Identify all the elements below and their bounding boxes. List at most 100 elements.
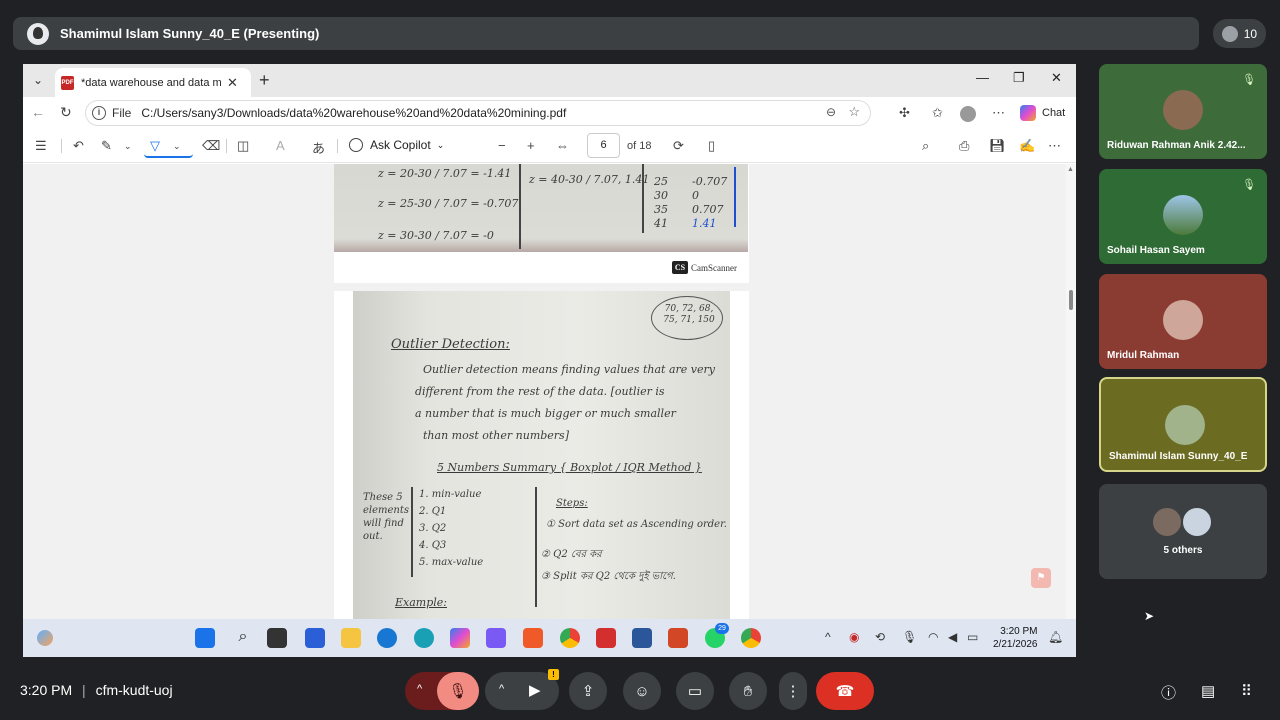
meeting-code: cfm-kudt-uoj bbox=[95, 682, 173, 698]
store-icon[interactable] bbox=[305, 628, 325, 648]
zoom-out-icon[interactable]: − bbox=[498, 138, 506, 153]
contents-icon[interactable]: ☰ bbox=[35, 138, 47, 154]
powerpoint-icon[interactable] bbox=[668, 628, 688, 648]
favorite-star-icon[interactable]: ☆ bbox=[848, 104, 860, 120]
blue-ink-mark bbox=[734, 167, 736, 227]
chat-icon[interactable]: ▤ bbox=[1201, 682, 1215, 700]
translate-icon[interactable]: あ bbox=[312, 138, 325, 157]
more-options-button[interactable]: ⋮ bbox=[779, 672, 807, 710]
back-icon[interactable]: ← bbox=[31, 104, 45, 120]
copilot-icon bbox=[1020, 105, 1036, 121]
audio-options-button[interactable]: ^ 🎙︎ bbox=[405, 672, 479, 710]
brave-icon[interactable] bbox=[523, 628, 543, 648]
table-cell: 25 bbox=[654, 175, 668, 188]
draw-icon[interactable]: ▽ bbox=[150, 138, 160, 154]
minimize-icon[interactable]: — bbox=[976, 70, 989, 85]
save-as-icon[interactable]: ✍ bbox=[1019, 138, 1035, 154]
participant-tile[interactable]: 🎙︎ Sohail Hasan Sayem bbox=[1099, 169, 1267, 264]
chrome-profile-icon[interactable] bbox=[741, 628, 761, 648]
highlight-icon[interactable]: ✎ bbox=[101, 138, 112, 154]
activities-icon[interactable]: ⠿ bbox=[1241, 682, 1252, 700]
highlight-dropdown-icon[interactable]: ⌄ bbox=[124, 141, 132, 152]
taskbar-clock[interactable]: 3:20 PM 2/21/2026 bbox=[993, 625, 1038, 651]
edge-icon[interactable] bbox=[414, 628, 434, 648]
rotate-icon[interactable]: ⟳ bbox=[673, 138, 684, 154]
search-taskbar-icon[interactable]: ⌕ bbox=[233, 628, 253, 648]
tab-close-icon[interactable]: ✕ bbox=[227, 75, 238, 91]
leave-call-button[interactable]: ☎ bbox=[816, 672, 874, 710]
participant-avatar bbox=[1181, 506, 1213, 538]
address-bar-row: ← ↻ i File C:/Users/sany3/Downloads/data… bbox=[23, 97, 1076, 129]
restore-icon[interactable]: ❐ bbox=[1013, 70, 1025, 86]
windows-taskbar: ⌕ 29 ^ ◉ ⟲ 🎙︎ ◠ ◀ ▭ 3:20 PM 2/21/2026 🔔︎ bbox=[23, 619, 1076, 657]
zoom-icon[interactable]: ⊖ bbox=[826, 105, 836, 119]
eraser-icon[interactable]: ⌫ bbox=[202, 138, 220, 154]
others-tile[interactable]: 5 others bbox=[1099, 484, 1267, 579]
word-icon[interactable] bbox=[632, 628, 652, 648]
refresh-icon[interactable]: ↻ bbox=[60, 104, 72, 121]
file-explorer-icon[interactable] bbox=[341, 628, 361, 648]
favorites-icon[interactable]: ✩ bbox=[932, 105, 943, 121]
participant-name: Shamimul Islam Sunny_40_E bbox=[1109, 451, 1248, 462]
battery-icon[interactable]: ▭ bbox=[967, 630, 978, 644]
task-view-icon[interactable] bbox=[267, 628, 287, 648]
participants-button[interactable]: 10 bbox=[1213, 19, 1266, 48]
vertical-scrollbar[interactable]: ▲ ▼ bbox=[1066, 164, 1076, 657]
print-icon[interactable]: ⎙ bbox=[959, 138, 969, 154]
copilot-chat-button[interactable]: Chat bbox=[1020, 101, 1065, 125]
chevron-up-icon[interactable]: ^ bbox=[417, 683, 422, 695]
tray-app-icon[interactable]: ◉ bbox=[849, 630, 859, 644]
settings-more-icon[interactable]: ⋯ bbox=[1048, 138, 1061, 154]
save-icon[interactable]: 💾︎ bbox=[989, 138, 1006, 154]
tray-overflow-icon[interactable]: ^ bbox=[825, 630, 831, 644]
participant-tile-active-speaker[interactable]: Shamimul Islam Sunny_40_E bbox=[1099, 377, 1267, 472]
present-screen-button[interactable]: ⇪ bbox=[569, 672, 607, 710]
scroll-up-icon[interactable]: ▲ bbox=[1067, 166, 1074, 173]
profile-avatar[interactable] bbox=[960, 106, 976, 122]
page-view-icon[interactable]: ◫ bbox=[237, 138, 249, 154]
meeting-info-icon[interactable]: ⓘ bbox=[1161, 682, 1176, 703]
read-aloud-icon[interactable]: A bbox=[276, 138, 285, 153]
scroll-thumb[interactable] bbox=[1069, 290, 1073, 310]
info-icon[interactable]: i bbox=[92, 106, 106, 120]
widgets-icon[interactable] bbox=[37, 630, 53, 646]
copilot-app-icon[interactable] bbox=[450, 628, 470, 648]
wifi-icon[interactable]: ◠ bbox=[928, 630, 938, 644]
participant-name: Sohail Hasan Sayem bbox=[1107, 245, 1205, 256]
outlook-icon[interactable] bbox=[377, 628, 397, 648]
undo-icon[interactable]: ↶ bbox=[73, 138, 84, 154]
reactions-button[interactable]: ☺ bbox=[623, 672, 661, 710]
window-close-icon[interactable]: ✕ bbox=[1051, 70, 1062, 86]
snipping-tool-icon[interactable] bbox=[486, 628, 506, 648]
ask-copilot-button[interactable]: Ask Copilot ⌄ bbox=[349, 138, 444, 152]
sync-icon[interactable]: ⟲ bbox=[875, 630, 885, 644]
page-number-input[interactable]: 6 bbox=[587, 133, 620, 158]
more-menu-icon[interactable]: ⋯ bbox=[992, 105, 1005, 121]
volume-icon[interactable]: ◀ bbox=[948, 630, 957, 644]
start-icon[interactable] bbox=[195, 628, 215, 648]
camera-icon[interactable]: ▶ bbox=[529, 681, 541, 699]
participant-tile[interactable]: 🎙︎ Riduwan Rahman Anik 2.42... bbox=[1099, 64, 1267, 159]
chrome-icon[interactable] bbox=[560, 628, 580, 648]
address-scheme: File bbox=[112, 106, 132, 120]
two-page-icon[interactable]: ▯ bbox=[708, 138, 715, 154]
microphone-tray-icon[interactable]: 🎙︎ bbox=[902, 630, 917, 644]
zoom-in-icon[interactable]: + bbox=[527, 138, 535, 153]
ask-copilot-dropdown-icon[interactable]: ⌄ bbox=[437, 140, 445, 151]
tab-actions-chevron-icon[interactable]: ⌄ bbox=[28, 70, 48, 90]
new-tab-icon[interactable]: + bbox=[259, 70, 270, 91]
search-icon[interactable]: ⌕ bbox=[922, 138, 929, 154]
fit-width-icon[interactable]: ⇔ bbox=[556, 138, 569, 153]
mic-toggle-button[interactable]: 🎙︎ bbox=[437, 672, 479, 710]
browser-tab[interactable]: PDF *data warehouse and data mining. ✕ bbox=[55, 68, 251, 97]
acrobat-float-icon[interactable]: ⚑ bbox=[1031, 568, 1051, 588]
draw-dropdown-icon[interactable]: ⌄ bbox=[173, 141, 181, 152]
chevron-up-icon[interactable]: ^ bbox=[499, 683, 504, 695]
participant-tile[interactable]: Mridul Rahman bbox=[1099, 274, 1267, 369]
raise-hand-button[interactable]: ✋︎ bbox=[729, 672, 767, 710]
extensions-icon[interactable]: ✣ bbox=[899, 105, 910, 121]
acrobat-icon[interactable] bbox=[596, 628, 616, 648]
captions-button[interactable]: ▭ bbox=[676, 672, 714, 710]
address-bar[interactable]: i File C:/Users/sany3/Downloads/data%20w… bbox=[85, 100, 871, 126]
notification-bell-icon[interactable]: 🔔︎ bbox=[1048, 630, 1063, 644]
